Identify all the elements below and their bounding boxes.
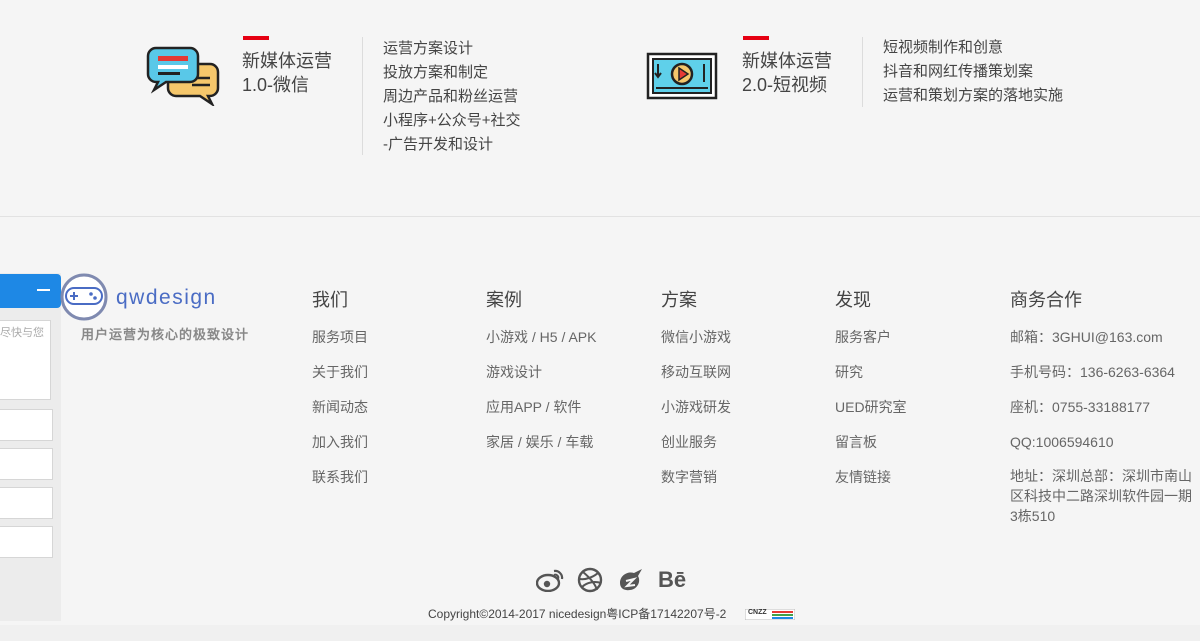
footer-links-about: 服务项目 关于我们 新闻动态 加入我们 联系我们 [312, 326, 368, 501]
service-title: 新媒体运营 1.0-微信 [242, 51, 332, 95]
footer-link[interactable]: 创业服务 [661, 431, 731, 466]
submit-field[interactable] [0, 526, 53, 558]
service-title: 新媒体运营 2.0-短视频 [742, 51, 832, 95]
footer-links-solutions: 微信小游戏 移动互联网 小游戏研发 创业服务 数字营销 [661, 326, 731, 501]
footer-column-title: 方案 [661, 290, 697, 310]
side-panel-header[interactable] [0, 274, 61, 308]
weibo-icon[interactable] [535, 566, 565, 594]
minimize-icon[interactable] [37, 289, 50, 291]
gamepad-logo-icon [60, 273, 110, 321]
service-divider [362, 37, 363, 155]
bottom-band [0, 625, 1200, 641]
footer-column-title: 案例 [486, 290, 522, 310]
list-item: 短视频制作和创意 [883, 39, 1004, 56]
footer-column-title: 商务合作 [1010, 290, 1082, 310]
footer-link[interactable]: 家居 / 娱乐 / 车载 [486, 431, 596, 466]
list-item: 小程序+公众号+社交 [383, 112, 521, 129]
service-accent-bar [243, 36, 269, 40]
service-item-list: 短视频制作和创意 抖音和网红传播策划案 运营和策划方案的落地实施 [883, 36, 1063, 108]
video-player-icon [646, 52, 718, 100]
contact-email: 邮箱：3GHUI@163.com [1010, 329, 1163, 345]
contact-qq: QQ:1006594610 [1010, 434, 1114, 450]
copyright-text: Copyright©2014-2017 nicedesign粤ICP备17142… [428, 607, 727, 621]
footer-link[interactable]: 游戏设计 [486, 361, 596, 396]
chat-bubbles-icon [146, 44, 220, 108]
logo-wordmark[interactable]: qwdesign [116, 286, 217, 310]
phone-input[interactable] [0, 448, 53, 480]
dribbble-icon[interactable] [575, 566, 605, 594]
service-item-list: 运营方案设计 投放方案和制定 周边产品和粉丝运营 小程序+公众号+社交 -广告开… [383, 37, 521, 157]
contact-address: 地址：深圳总部：深圳市南山区科技中二路深圳软件园一期3栋510 [1010, 468, 1192, 524]
footer-link[interactable]: 加入我们 [312, 431, 368, 466]
list-item: -广告开发和设计 [383, 136, 493, 153]
footer-link[interactable]: 数字营销 [661, 466, 731, 501]
cnzz-badge[interactable]: CNZZ [744, 607, 796, 621]
section-divider [0, 216, 1200, 217]
name-input[interactable] [0, 409, 53, 441]
footer-link[interactable]: 微信小游戏 [661, 326, 731, 361]
list-item: 投放方案和制定 [383, 64, 489, 81]
footer-links-cases: 小游戏 / H5 / APK 游戏设计 应用APP / 软件 家居 / 娱乐 /… [486, 326, 596, 466]
footer-link[interactable]: 留言板 [835, 431, 907, 466]
footer-link[interactable]: 服务项目 [312, 326, 368, 361]
contact-phone: 手机号码：136-6263-6364 [1010, 364, 1175, 380]
logo-tagline: 用户运营为核心的极致设计 [81, 327, 250, 342]
footer-link[interactable]: UED研究室 [835, 396, 907, 431]
email-input[interactable] [0, 487, 53, 519]
footer-column-title: 发现 [835, 290, 871, 310]
behance-icon[interactable]: Bē [655, 566, 689, 594]
service-accent-bar [743, 36, 769, 40]
footer-link[interactable]: 小游戏 / H5 / APK [486, 326, 596, 361]
service-divider [862, 37, 863, 107]
list-item: 运营方案设计 [383, 40, 474, 57]
list-item: 运营和策划方案的落地实施 [883, 87, 1064, 104]
business-contact: 邮箱：3GHUI@163.com 手机号码：136-6263-6364 座机：0… [1010, 326, 1196, 526]
footer-link[interactable]: 服务客户 [835, 326, 907, 361]
footer-links-discover: 服务客户 研究 UED研究室 留言板 友情链接 [835, 326, 907, 501]
contact-landline: 座机：0755-33188177 [1010, 399, 1151, 415]
footer-link[interactable]: 联系我们 [312, 466, 368, 501]
message-hint: 尽快与您 [0, 327, 44, 339]
footer-column-title: 我们 [312, 290, 348, 310]
message-textarea[interactable]: 尽快与您 [0, 320, 51, 400]
footer-link[interactable]: 关于我们 [312, 361, 368, 396]
list-item: 抖音和网红传播策划案 [883, 63, 1034, 80]
footer-link[interactable]: 研究 [835, 361, 907, 396]
badge-label: CNZZ [748, 609, 767, 616]
footer-link[interactable]: 友情链接 [835, 466, 907, 501]
footer-link[interactable]: 移动互联网 [661, 361, 731, 396]
footer-link[interactable]: 应用APP / 软件 [486, 396, 596, 431]
footer-link[interactable]: 新闻动态 [312, 396, 368, 431]
zcool-icon[interactable] [615, 566, 645, 594]
footer-link[interactable]: 小游戏研发 [661, 396, 731, 431]
list-item: 周边产品和粉丝运营 [383, 88, 519, 105]
